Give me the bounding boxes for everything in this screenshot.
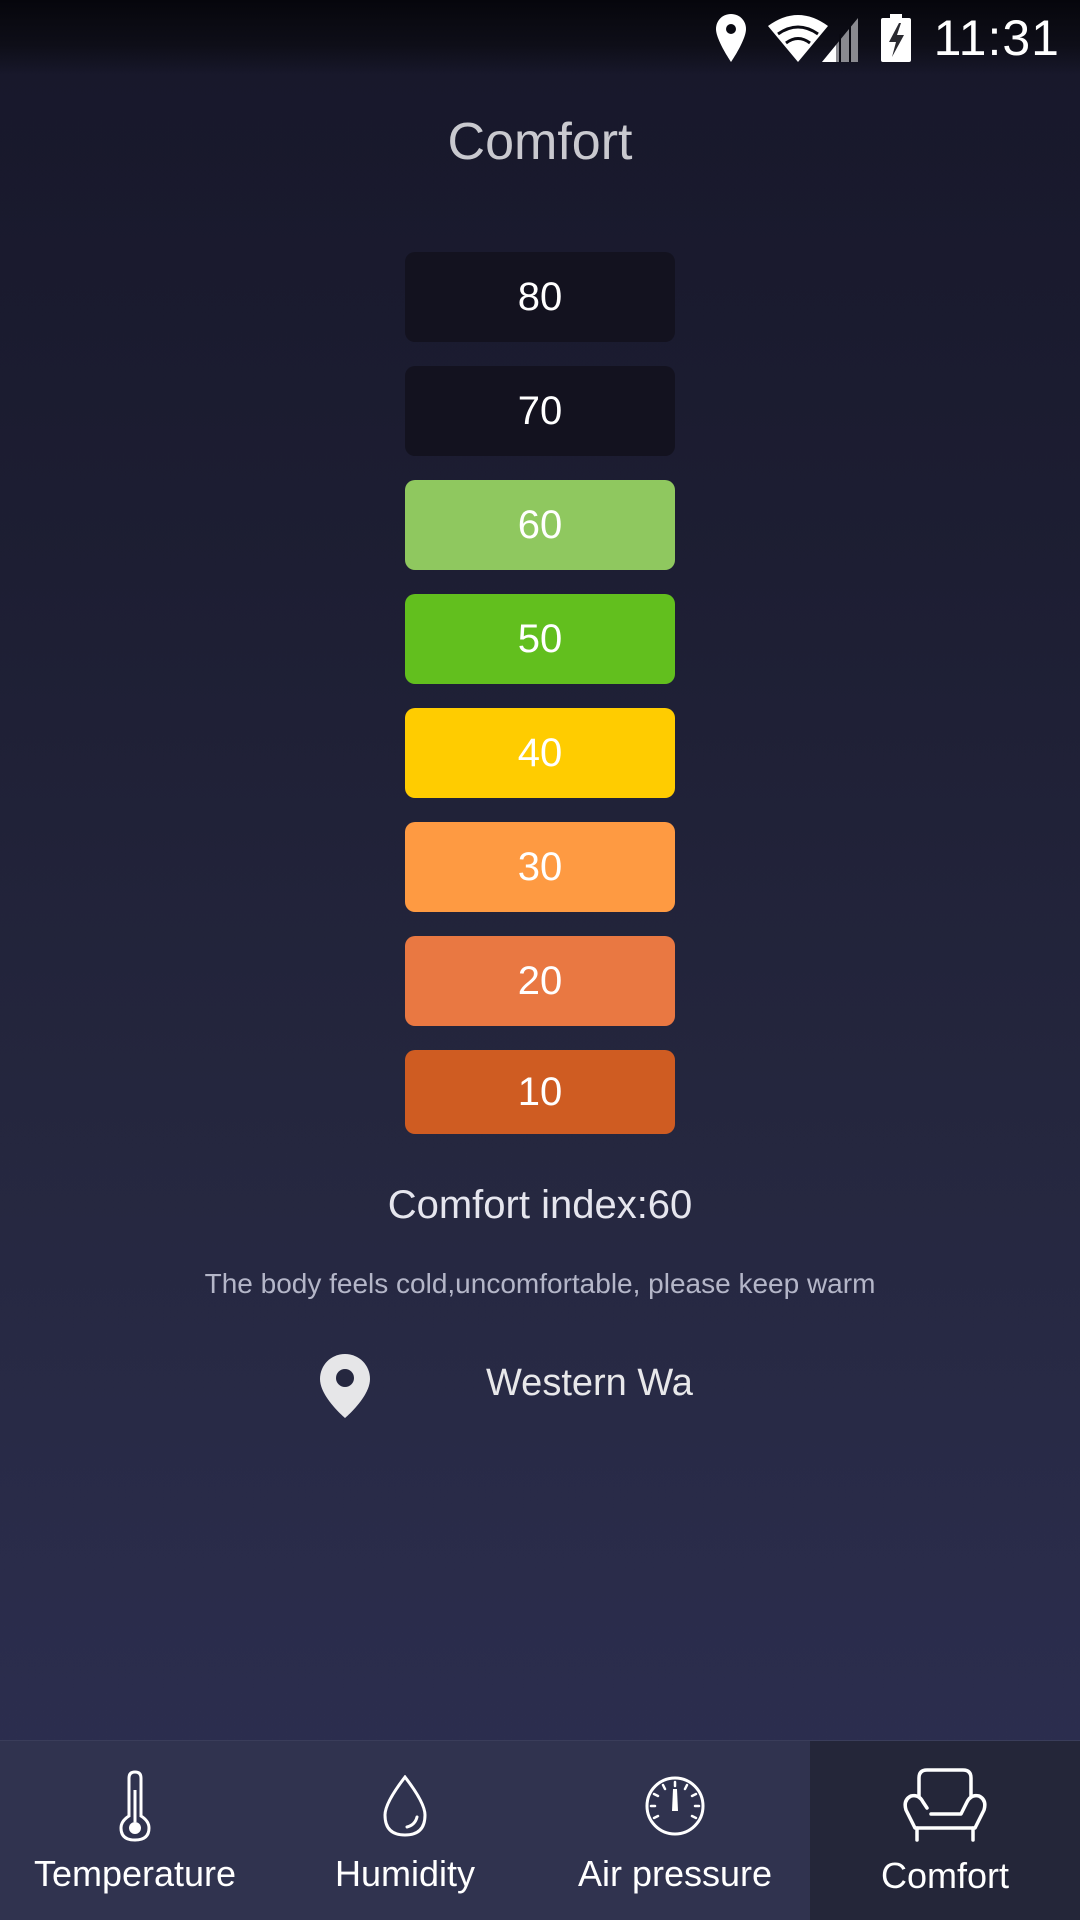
comfort-level-70: 70	[405, 366, 675, 456]
battery-charging-icon	[880, 12, 912, 64]
comfort-index-text: Comfort index:60	[387, 1183, 693, 1227]
nav-label: Temperature	[33, 1853, 237, 1894]
nav-item-air-pressure[interactable]: Air pressure	[540, 1741, 810, 1920]
wifi-icon	[766, 12, 862, 64]
comfort-level-label: 40	[517, 730, 563, 775]
location-row[interactable]: Western Wa	[318, 1352, 718, 1420]
comfort-level-label: 70	[517, 388, 563, 433]
comfort-level-label: 80	[517, 274, 563, 319]
comfort-level-30: 30	[405, 822, 675, 912]
bottom-nav: Temperature Humidity Air pressure Comfor…	[0, 1740, 1080, 1920]
status-bar: 11:31	[0, 0, 1080, 75]
comfort-level-50: 50	[405, 594, 675, 684]
comfort-level-label: 20	[517, 958, 563, 1003]
comfort-level-label: 10	[517, 1069, 563, 1114]
nav-item-humidity[interactable]: Humidity	[270, 1741, 540, 1920]
nav-label: Air pressure	[577, 1853, 773, 1894]
gauge-icon	[644, 1767, 706, 1845]
nav-item-temperature[interactable]: Temperature	[0, 1741, 270, 1920]
comfort-level-80: 80	[405, 252, 675, 342]
armchair-icon	[901, 1763, 989, 1849]
location-name: Western Wa	[486, 1362, 693, 1404]
comfort-level-label: 30	[517, 844, 563, 889]
nav-label: Comfort	[880, 1855, 1010, 1896]
status-icons: 11:31	[714, 8, 1060, 68]
location-icon	[714, 12, 748, 64]
status-time: 11:31	[933, 10, 1060, 66]
page-title: Comfort	[447, 113, 633, 171]
comfort-level-20: 20	[405, 936, 675, 1026]
location-pin-icon	[318, 1352, 372, 1425]
comfort-level-label: 60	[517, 502, 563, 547]
thermometer-icon	[117, 1767, 153, 1845]
comfort-level-10: 10	[405, 1050, 675, 1134]
comfort-level-40: 40	[405, 708, 675, 798]
comfort-level-label: 50	[517, 616, 563, 661]
nav-label: Humidity	[334, 1853, 476, 1894]
water-drop-icon	[381, 1767, 429, 1845]
comfort-level-60: 60	[405, 480, 675, 570]
nav-item-comfort[interactable]: Comfort	[810, 1741, 1080, 1920]
comfort-description: The body feels cold,uncomfortable, pleas…	[204, 1268, 876, 1299]
